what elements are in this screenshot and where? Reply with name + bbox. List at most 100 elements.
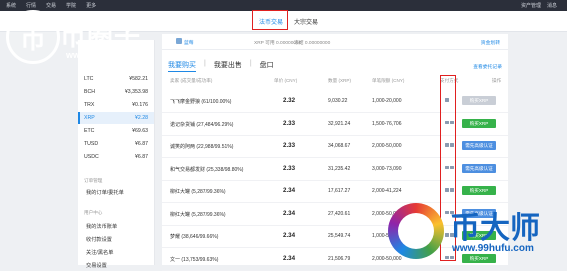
- tab-buy[interactable]: 我要购买: [168, 60, 196, 72]
- watermark-text: 币圈子: [60, 22, 142, 52]
- order-limit: 1,500-76,706: [372, 120, 402, 127]
- coin-price: ¥582.21: [129, 76, 148, 82]
- nav-item-more[interactable]: 更多: [86, 2, 96, 9]
- frozen-balance: 冻结 0.00000000: [294, 41, 331, 46]
- sidebar-coin-trx[interactable]: TRX ¥0.176: [78, 99, 154, 111]
- watermark-right: 币大师 www.99hufu.com: [388, 201, 564, 263]
- top-nav: 系统 行情 交易 学院 更多: [6, 2, 96, 9]
- buy-xrp-button[interactable]: 购买XRP: [462, 118, 496, 128]
- table-header: 卖家 (成交量/成功率) 单价 (CNY) 数量 (XRP) 单笔限额 (CNY…: [162, 76, 508, 86]
- seller-name[interactable]: 和气交易都发财 (25,338/98.80%): [170, 166, 243, 173]
- coin-price: ¥6.87: [135, 154, 148, 160]
- sidebar-coin-xrp[interactable]: XRP ¥2.28: [78, 112, 154, 124]
- nav-messages[interactable]: 消息: [547, 2, 557, 9]
- sidebar-link-my-orders[interactable]: 我的订单/委托单: [86, 189, 124, 196]
- sidebar-link-follow-blacklist[interactable]: 关注/黑名单: [86, 249, 113, 256]
- sidebar-link-fiat-bill[interactable]: 我的法币账单: [86, 223, 117, 230]
- tab-block-trade[interactable]: 大宗交易: [294, 17, 318, 26]
- seller-name[interactable]: 梦耀 (38,646/99.66%): [170, 233, 218, 240]
- unit-price: 2.34: [283, 187, 296, 194]
- order-limit: 2,000-41,224: [372, 188, 402, 194]
- available-quantity: 9,030.22: [328, 98, 348, 104]
- available-quantity: 32,921.24: [328, 120, 351, 127]
- available-quantity: 25,549.74: [328, 233, 351, 239]
- seller-name[interactable]: 柳红大罐 (5,287/99.36%): [170, 211, 226, 218]
- table-row: 和气交易都发财 (25,338/98.80%) 2.33 31,235.42 3,00…: [162, 158, 508, 181]
- order-limit: 3,000-73,090: [372, 165, 402, 172]
- seller-name[interactable]: 文一 (13,753/99.63%): [170, 256, 218, 263]
- coin-name: BCH: [84, 89, 95, 95]
- table-row: 诺记杂货铺 (27,484/96.29%) 2.33 32,921.24 1,500-…: [162, 113, 508, 136]
- watermark-logo-char: 币: [19, 24, 46, 55]
- coin-price: ¥3,353.98: [124, 89, 148, 95]
- watermark-left: 币 币圈子 www.120btc.com: [6, 10, 156, 66]
- header-quantity[interactable]: 数量 (XRP): [328, 78, 351, 84]
- sidebar-link-payment-settings[interactable]: 收付款设置: [86, 236, 112, 243]
- seller-name[interactable]: 诺记杂货铺 (27,484/96.29%): [170, 121, 233, 128]
- sidebar-coin-etc[interactable]: ETC ¥69.63: [78, 125, 154, 137]
- sidebar-coin-ltc[interactable]: LTC ¥582.21: [78, 73, 154, 85]
- available-quantity: 31,235.42: [328, 165, 351, 172]
- nav-item-market[interactable]: 行情: [26, 2, 36, 9]
- unit-price: 2.33: [283, 164, 296, 172]
- table-row: 诚笑的阿两 (22,988/99.51%) 2.33 34,068.67 2,000-…: [162, 135, 508, 158]
- watermark-url: www.99hufu.com: [452, 243, 534, 254]
- header-price[interactable]: 单价 (CNY): [274, 78, 297, 84]
- sidebar-coin-tusd[interactable]: TUSD ¥6.87: [78, 138, 154, 150]
- order-limit: 1,000-20,000: [372, 98, 402, 104]
- table-row: 柳红大罐 (5,287/99.36%) 2.34 17,617.27 2,000-41…: [162, 180, 508, 203]
- view-records-link[interactable]: 查看委托记录: [473, 63, 502, 70]
- coin-name: ETC: [84, 128, 95, 134]
- header-action: 操作: [492, 78, 502, 83]
- section-user-center: 用户中心: [84, 210, 103, 215]
- unit-price: 2.32: [283, 97, 296, 104]
- watermark-logo: [388, 203, 444, 259]
- watermark-text: 币大师: [450, 211, 540, 246]
- unit-price: 2.33: [283, 142, 296, 149]
- unit-price: 2.33: [283, 119, 296, 127]
- buy-xrp-button[interactable]: 需先高级认证: [462, 141, 496, 150]
- avatar: [176, 38, 182, 44]
- table-row: 飞飞摩金野狼 (61/100.00%) 2.32 9,030.22 1,000-20,…: [162, 90, 508, 113]
- coin-name: TRX: [84, 102, 95, 108]
- sidebar-coin-bch[interactable]: BCH ¥3,353.98: [78, 86, 154, 98]
- seller-name[interactable]: 诚笑的阿两 (22,988/99.51%): [170, 143, 233, 150]
- coin-price: ¥69.63: [132, 128, 148, 134]
- buy-xrp-button[interactable]: 购买XRP: [462, 186, 496, 195]
- top-nav-right: 资产管理 消息: [521, 0, 557, 11]
- seller-name[interactable]: 柳红大罐 (5,287/99.36%): [170, 188, 226, 195]
- tab-divider: |: [204, 60, 206, 67]
- buy-xrp-button[interactable]: 需先高级认证: [462, 163, 496, 173]
- nav-asset-management[interactable]: 资产管理: [521, 2, 541, 9]
- user-name[interactable]: 蓝莓: [184, 39, 194, 46]
- coin-name: LTC: [84, 76, 94, 82]
- nav-item-trade[interactable]: 交易: [46, 2, 56, 9]
- tab-sell[interactable]: 我要出售: [214, 60, 242, 72]
- available-quantity: 34,068.67: [328, 143, 351, 149]
- trade-direction-tabs: 我要购买 | 我要出售 | 盘口: [168, 60, 274, 72]
- nav-item-academy[interactable]: 学院: [66, 2, 76, 9]
- highlight-box-fiat-tab: [252, 10, 288, 30]
- user-balance-bar: 蓝莓 XRP 可用 0.00000000 冻结 0.00000000 资金划转: [162, 34, 508, 50]
- watermark-logo: 币: [6, 10, 60, 64]
- tab-pending[interactable]: 盘口: [260, 60, 274, 72]
- watermark-url: www.120btc.com: [66, 50, 139, 60]
- coin-sidebar: LTC ¥582.21 BCH ¥3,353.98 TRX ¥0.176 XRP…: [78, 40, 155, 269]
- header-seller: 卖家 (成交量/成功率): [170, 78, 213, 83]
- section-order-management: 订单管理: [84, 178, 103, 183]
- sidebar-link-trade-settings[interactable]: 交易设置: [86, 262, 107, 269]
- transfer-funds-link[interactable]: 资金划转: [481, 39, 500, 46]
- nav-item-system[interactable]: 系统: [6, 2, 16, 9]
- coin-price: ¥0.176: [132, 102, 148, 108]
- coin-price: ¥6.87: [135, 141, 148, 147]
- available-quantity: 17,617.27: [328, 188, 351, 194]
- tab-divider: |: [249, 60, 252, 67]
- order-limit: 2,000-50,000: [372, 143, 402, 149]
- buy-xrp-button[interactable]: 购买XRP: [462, 96, 496, 105]
- sidebar-coin-usdc[interactable]: USDC ¥6.87: [78, 151, 154, 163]
- seller-name[interactable]: 飞飞摩金野狼 (61/100.00%): [170, 98, 231, 105]
- header-limit[interactable]: 单笔限额 (CNY): [372, 78, 404, 84]
- unit-price: 2.34: [283, 254, 296, 262]
- coin-name: USDC: [84, 154, 99, 160]
- available-quantity: 27,420.61: [328, 210, 351, 217]
